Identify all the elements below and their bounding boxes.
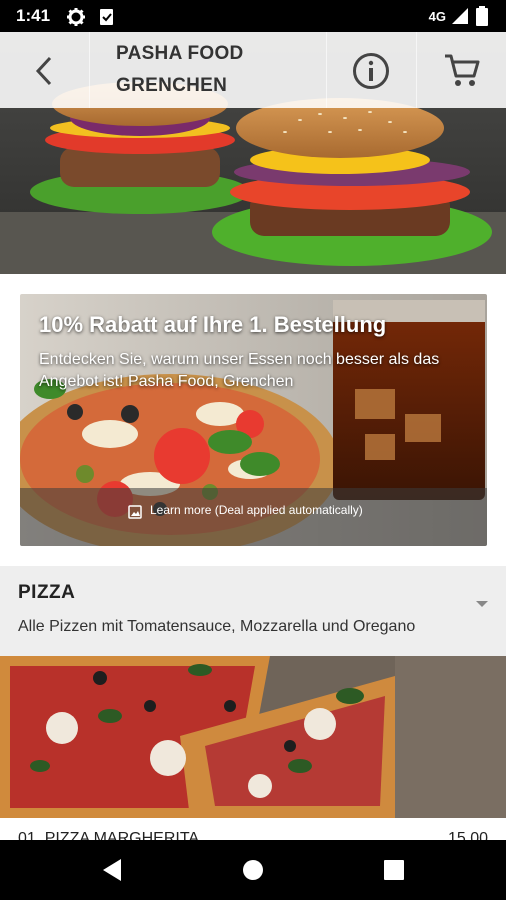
image-icon (128, 504, 142, 523)
toolbar-title-line2: GRENCHEN (116, 75, 228, 96)
app-toolbar: PASHA FOOD GRENCHEN (0, 32, 506, 108)
status-time: 1:41 (16, 6, 51, 25)
system-nav-bar (0, 840, 506, 900)
toolbar-title: PASHA FOOD GRENCHEN (116, 38, 244, 102)
toolbar-title-line1: PASHA FOOD (116, 43, 244, 64)
recents-square-icon[interactable] (384, 860, 404, 884)
signal-icon (452, 8, 468, 29)
promo-learn-more-link[interactable]: Learn more (Deal applied automatically) (150, 503, 363, 517)
status-bar: 1:41 4G (0, 0, 506, 32)
info-icon (352, 52, 390, 94)
menu-item-price: 15.00 (447, 830, 488, 840)
back-triangle-icon[interactable] (103, 859, 123, 885)
category-description: Alle Pizzen mit Tomatensauce, Mozzarella… (18, 618, 416, 635)
promo-card[interactable]: 10% Rabatt auf Ihre 1. Bestellung Entdec… (20, 294, 487, 546)
toolbar-title-area: PASHA FOOD GRENCHEN (90, 32, 327, 108)
gear-icon (66, 7, 86, 32)
menu-item[interactable]: 01. PIZZA MARGHERITA 15.00 (0, 818, 506, 840)
category-header-pizza[interactable]: PIZZA Alle Pizzen mit Tomatensauce, Mozz… (0, 566, 506, 656)
network-type: 4G (428, 9, 446, 24)
battery-icon (476, 6, 488, 31)
home-circle-icon[interactable] (242, 859, 264, 885)
cart-button[interactable] (417, 32, 506, 108)
category-image (0, 656, 506, 818)
back-button[interactable] (0, 32, 90, 108)
info-button[interactable] (327, 32, 417, 108)
clipboard-check-icon (98, 7, 116, 32)
cart-icon (443, 52, 481, 92)
back-icon (34, 56, 54, 90)
dropdown-arrow-icon (476, 594, 488, 613)
promo-title: 10% Rabatt auf Ihre 1. Bestellung (39, 312, 387, 337)
promo-description: Entdecken Sie, warum unser Essen noch be… (39, 351, 440, 390)
category-title: PIZZA (18, 582, 76, 603)
menu-item-name: 01. PIZZA MARGHERITA (18, 830, 200, 840)
promo-footer: Learn more (Deal applied automatically) (20, 488, 487, 546)
